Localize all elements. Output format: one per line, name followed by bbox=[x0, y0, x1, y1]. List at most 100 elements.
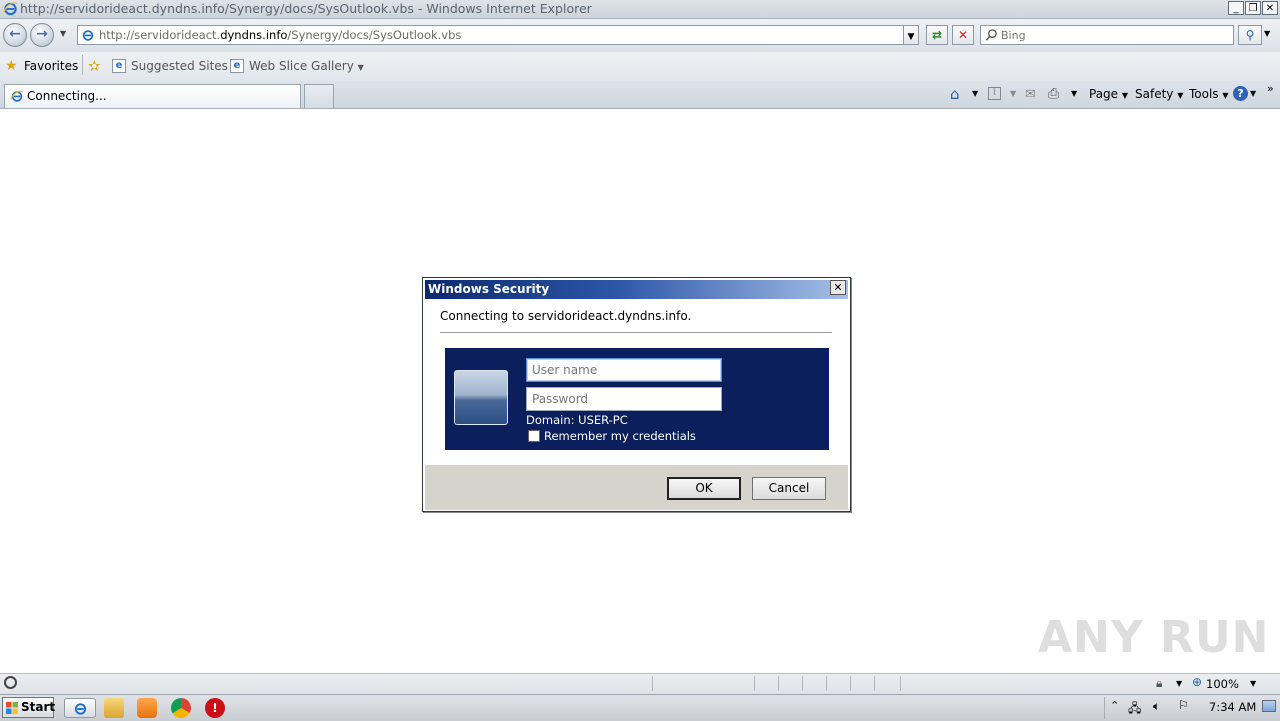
suggested-sites-link[interactable]: Suggested Sites ▼ bbox=[131, 59, 238, 73]
tray-divider bbox=[1104, 697, 1105, 719]
tray-expand-icon[interactable]: ⌃ bbox=[1110, 699, 1119, 712]
credential-panel: Domain: USER-PC Remember my credentials bbox=[445, 348, 829, 450]
tab-label: Connecting... bbox=[27, 89, 107, 103]
remember-credentials-label[interactable]: Remember my credentials bbox=[544, 429, 696, 443]
dialog-close-button[interactable]: ✕ bbox=[830, 280, 846, 295]
username-field[interactable] bbox=[526, 358, 725, 382]
web-slice-gallery-link[interactable]: Web Slice Gallery ▼ bbox=[249, 59, 364, 73]
protected-mode-icon[interactable]: 🔒︎ bbox=[1156, 676, 1162, 691]
windows-logo-icon bbox=[6, 701, 18, 714]
back-button[interactable]: ← bbox=[3, 23, 27, 47]
dialog-message: Connecting to servidorideact.dyndns.info… bbox=[440, 309, 692, 323]
zoom-level[interactable]: 100% bbox=[1206, 677, 1239, 691]
password-field[interactable] bbox=[526, 387, 725, 411]
status-segment bbox=[802, 676, 824, 691]
refresh-icon: ⇄ bbox=[931, 28, 943, 42]
ie-page-icon bbox=[82, 30, 94, 41]
suggested-sites-icon: e bbox=[112, 59, 126, 73]
watermark-logo: ANY RUN bbox=[1038, 612, 1270, 663]
show-desktop-icon[interactable] bbox=[1262, 700, 1276, 712]
start-button[interactable]: Start bbox=[2, 697, 55, 718]
feeds-icon[interactable]: ⌇ bbox=[988, 87, 1001, 100]
status-bar: 🔒︎ ▼ ⊕ 100% ▼ bbox=[0, 673, 1280, 694]
search-options-chevron-icon[interactable]: ▼ bbox=[1264, 29, 1270, 38]
compatibility-refresh-button[interactable]: ⇄ bbox=[926, 25, 948, 45]
password-input[interactable] bbox=[529, 389, 725, 409]
feeds-chevron-icon[interactable]: ▼ bbox=[1010, 89, 1016, 98]
action-center-flag-icon[interactable]: ⚐ bbox=[1178, 698, 1189, 712]
home-icon[interactable]: ⌂ bbox=[950, 85, 960, 103]
remember-credentials-checkbox[interactable] bbox=[528, 430, 540, 442]
history-dropdown-icon[interactable]: ▼ bbox=[60, 29, 66, 38]
print-icon[interactable]: ⎙ bbox=[1048, 86, 1059, 102]
cancel-button[interactable]: Cancel bbox=[752, 477, 826, 500]
user-tile-icon bbox=[454, 370, 508, 425]
close-window-button[interactable]: ✕ bbox=[1262, 1, 1278, 15]
zoom-chevron-icon[interactable]: ▼ bbox=[1250, 679, 1256, 688]
address-text[interactable]: http://servidorideact.dyndns.info/Synerg… bbox=[99, 28, 461, 42]
protected-mode-chevron-icon[interactable]: ▼ bbox=[1176, 679, 1182, 688]
favorites-divider bbox=[82, 55, 83, 75]
search-button[interactable]: ⚲ bbox=[1238, 25, 1262, 45]
search-input[interactable] bbox=[1001, 27, 1226, 43]
loading-clock-icon bbox=[4, 676, 17, 689]
status-segment bbox=[850, 676, 872, 691]
network-icon[interactable]: 🖧︎ bbox=[1128, 699, 1141, 720]
more-commands-icon[interactable]: » bbox=[1267, 82, 1274, 95]
file-explorer-icon[interactable] bbox=[104, 698, 124, 718]
status-segment bbox=[778, 676, 800, 691]
page-menu[interactable]: Page ▼ bbox=[1089, 87, 1128, 101]
print-chevron-icon[interactable]: ▼ bbox=[1071, 89, 1077, 98]
zoom-icon[interactable]: ⊕ bbox=[1192, 675, 1202, 689]
ie-icon bbox=[3, 2, 18, 16]
favorites-star-icon: ★ bbox=[5, 58, 18, 74]
ie-taskbar-icon bbox=[74, 703, 87, 715]
safety-menu[interactable]: Safety ▼ bbox=[1135, 87, 1183, 101]
search-box[interactable] bbox=[980, 25, 1234, 45]
status-segment bbox=[754, 676, 776, 691]
opera-icon[interactable]: ! bbox=[205, 698, 225, 718]
dialog-title-bar: Windows Security bbox=[425, 280, 848, 299]
dialog-separator bbox=[440, 332, 832, 333]
status-segment bbox=[826, 676, 848, 691]
back-arrow-icon: ← bbox=[9, 26, 21, 42]
add-to-favorites-icon[interactable]: ✫ bbox=[88, 57, 101, 75]
media-player-icon[interactable] bbox=[137, 698, 157, 718]
chrome-icon[interactable] bbox=[171, 698, 191, 718]
ie-tab-icon bbox=[10, 90, 24, 102]
help-chevron-icon[interactable]: ▼ bbox=[1250, 89, 1256, 98]
search-magnifier-icon bbox=[985, 29, 997, 41]
windows-security-dialog: Windows Security ✕ Connecting to servido… bbox=[422, 277, 851, 512]
home-chevron-icon[interactable]: ▼ bbox=[972, 89, 978, 98]
status-progress-segment bbox=[652, 676, 752, 691]
favorites-button[interactable]: Favorites bbox=[24, 59, 78, 73]
domain-label: Domain: USER-PC bbox=[526, 413, 628, 427]
mail-icon[interactable]: ✉ bbox=[1025, 87, 1036, 102]
web-slice-icon: e bbox=[230, 59, 244, 73]
tools-menu[interactable]: Tools ▼ bbox=[1189, 87, 1229, 101]
forward-arrow-icon: → bbox=[36, 26, 48, 42]
taskbar-clock[interactable]: 7:34 AM bbox=[1209, 700, 1256, 714]
window-title-bar: http://servidorideact.dyndns.info/Synerg… bbox=[0, 0, 1280, 19]
address-dropdown-button[interactable]: ▼ bbox=[903, 25, 919, 45]
forward-button[interactable]: → bbox=[30, 23, 54, 47]
close-icon: ✕ bbox=[833, 281, 843, 294]
stop-icon: ✕ bbox=[957, 28, 969, 42]
chevron-down-icon: ▼ bbox=[907, 32, 915, 42]
address-bar[interactable]: http://servidorideact.dyndns.info/Synerg… bbox=[77, 25, 919, 45]
new-tab-button[interactable] bbox=[304, 84, 334, 108]
minimize-button[interactable]: _ bbox=[1228, 1, 1244, 15]
status-zone-segment bbox=[900, 676, 1148, 691]
taskbar-ie-button[interactable] bbox=[64, 698, 96, 718]
tab-connecting[interactable]: Connecting... bbox=[4, 84, 301, 108]
dialog-title: Windows Security bbox=[428, 282, 550, 296]
username-input[interactable] bbox=[529, 360, 725, 380]
ok-button[interactable]: OK bbox=[667, 477, 741, 500]
restore-button[interactable]: ❐ bbox=[1245, 1, 1261, 15]
volume-icon[interactable]: 🔈︎ bbox=[1153, 699, 1160, 714]
help-icon[interactable]: ? bbox=[1233, 86, 1248, 101]
stop-button[interactable]: ✕ bbox=[952, 25, 974, 45]
taskbar: Start ! ⌃ 🖧︎ 🔈︎ ⚐ 7:34 AM bbox=[0, 694, 1280, 721]
window-title: http://servidorideact.dyndns.info/Synerg… bbox=[20, 1, 592, 16]
search-icon: ⚲ bbox=[1245, 28, 1255, 42]
